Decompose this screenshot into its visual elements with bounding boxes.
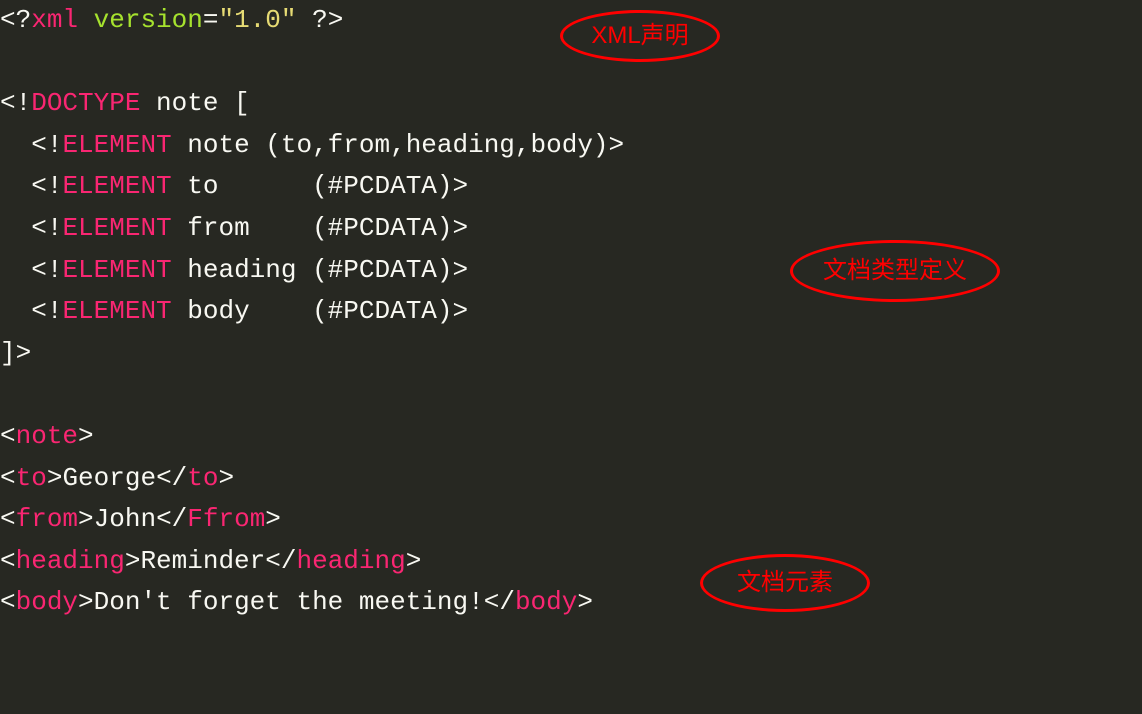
heading-tag: heading — [16, 546, 125, 576]
code-line-5: <!ELEMENT from (#PCDATA)> — [0, 213, 468, 243]
code-line-2: <!DOCTYPE note [ — [0, 88, 250, 118]
from-value: John — [94, 504, 156, 534]
body-value: Don't forget the meeting! — [94, 587, 484, 617]
annotation-document-elements: 文档元素 — [700, 554, 870, 612]
from-tag: from — [16, 504, 78, 534]
code-line-4: <!ELEMENT to (#PCDATA)> — [0, 171, 468, 201]
annotation-xml-declaration: XML声明 — [560, 10, 720, 62]
xml-decl-open: <? — [0, 5, 31, 35]
body-tag: body — [16, 587, 78, 617]
code-line-13: <body>Don't forget the meeting!</body> — [0, 587, 593, 617]
heading-value: Reminder — [140, 546, 265, 576]
code-line-7: <!ELEMENT body (#PCDATA)> — [0, 296, 468, 326]
code-line-8: ]> — [0, 338, 31, 368]
code-line-12: <heading>Reminder</heading> — [0, 546, 421, 576]
code-line-3: <!ELEMENT note (to,from,heading,body)> — [0, 130, 624, 160]
to-tag: to — [16, 463, 47, 493]
xml-keyword: xml — [31, 5, 78, 35]
code-editor: <?xml version="1.0" ?> <!DOCTYPE note [ … — [0, 0, 1142, 624]
note-tag: note — [16, 421, 78, 451]
code-line-6: <!ELEMENT heading (#PCDATA)> — [0, 255, 468, 285]
annotation-dtd: 文档类型定义 — [790, 240, 1000, 302]
doctype-keyword: DOCTYPE — [31, 88, 140, 118]
version-attr: version — [94, 5, 203, 35]
code-line-9: <note> — [0, 421, 94, 451]
code-line-10: <to>George</to> — [0, 463, 234, 493]
code-line-11: <from>John</Ffrom> — [0, 504, 281, 534]
version-value: "1.0" — [218, 5, 296, 35]
code-line-1: <?xml version="1.0" ?> — [0, 5, 343, 35]
element-keyword: ELEMENT — [62, 130, 171, 160]
to-value: George — [62, 463, 156, 493]
